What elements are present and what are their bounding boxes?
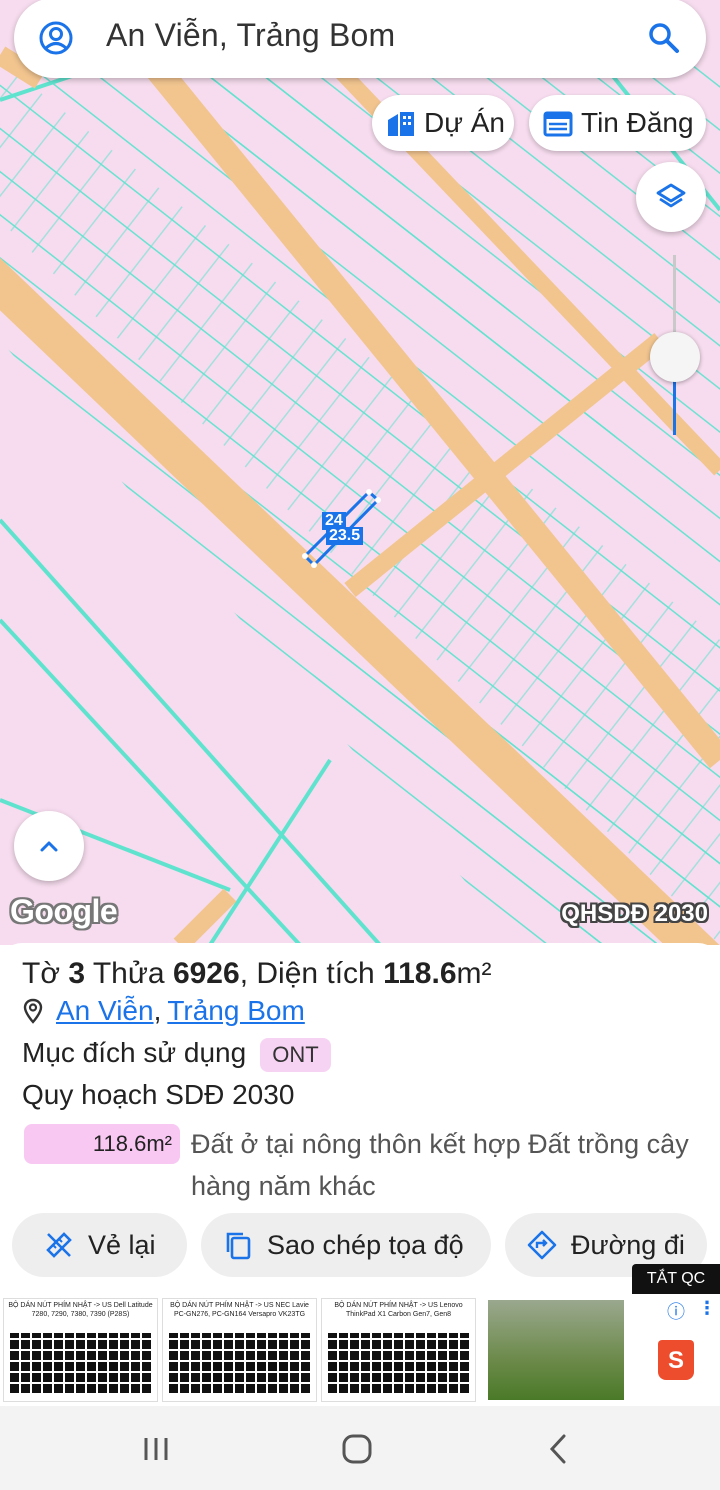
district-link[interactable]: Trảng Bom [167,995,304,1027]
directions-label: Đường đi [571,1229,685,1260]
ad-product-photo[interactable] [488,1300,624,1400]
land-purpose-label: Mục đích sử dụng [22,1037,247,1068]
keyboard-image [328,1333,469,1393]
ad-more-icon[interactable]: ⋮ [698,1298,716,1319]
ad-item[interactable]: BỘ DÁN NÚT PHÍM NHẬT -> US NEC Lavie PC-… [162,1298,317,1402]
ad-info-icon[interactable]: ⓘ [667,1298,685,1324]
redraw-label: Vẻ lại [88,1229,156,1260]
ad-item-caption: BỘ DÁN NÚT PHÍM NHẬT -> US Dell Latitude… [8,1302,153,1318]
parcel-info-panel: Tờ 3 Thửa 6926, Diện tích 118.6m² An Viễ… [0,943,720,1283]
system-nav-bar [0,1406,720,1490]
parcel-number: 6926 [172,957,240,990]
copy-icon [226,1232,251,1260]
keyboard-image [10,1333,151,1393]
ruler-pencil-icon [46,1232,72,1258]
layers-button[interactable] [636,162,706,232]
plan-label: Quy hoạch SDĐ 2030 [22,1079,295,1110]
account-icon[interactable] [38,20,74,56]
ad-banner[interactable]: BỘ DÁN NÚT PHÍM NHẬT -> US Dell Latitude… [0,1294,720,1406]
area-prefix: , Diện tích [239,957,384,990]
copy-coordinates-label: Sao chép tọa độ [267,1229,464,1260]
redraw-button[interactable]: Vẻ lại [12,1213,187,1277]
close-ad-button[interactable]: TẮT QC [632,1264,720,1294]
home-icon[interactable] [338,1434,378,1464]
recent-apps-icon[interactable] [138,1434,178,1464]
copy-coordinates-button[interactable]: Sao chép tọa độ [201,1213,491,1277]
land-purpose-row: Mục đích sử dụng ONT [22,1037,331,1072]
parcel-dimension-label: 23.5 [326,527,364,545]
plan-land-description: Đất ở tại nông thôn kết hợp Đất trồng câ… [191,1129,689,1201]
parcel-prefix: Thửa [85,957,173,990]
search-query[interactable]: An Viễn, Trảng Bom [106,17,395,54]
plan-area-bar: 118.6m² [24,1124,180,1164]
listing-chip[interactable]: Tin Đăng [529,95,706,151]
ad-item-caption: BỘ DÁN NÚT PHÍM NHẬT -> US NEC Lavie PC-… [170,1302,309,1318]
sheet-prefix: Tờ [22,957,69,990]
parcel-location: An Viễn, Trảng Bom [22,995,305,1027]
location-pin-icon [23,998,43,1024]
area-value: 118.6 [383,957,457,990]
chevron-up-icon [40,841,58,852]
search-icon[interactable] [646,20,682,56]
search-bar[interactable]: An Viễn, Trảng Bom [14,0,706,78]
commune-link[interactable]: An Viễn [56,995,154,1027]
project-chip[interactable]: Dự Án [372,95,514,151]
expand-panel-button[interactable] [14,811,84,881]
area-unit: m² [456,957,492,990]
opacity-slider-thumb[interactable] [650,332,700,382]
directions-icon [527,1230,557,1260]
back-icon[interactable] [540,1434,580,1464]
listing-chip-label: Tin Đăng [581,107,694,138]
shop-bag-icon[interactable]: S [658,1340,694,1380]
project-chip-label: Dự Án [424,107,505,138]
location-separator: , [153,995,162,1026]
google-logo: Google [10,893,118,929]
keyboard-image [169,1333,310,1393]
land-purpose-badge: ONT [260,1037,331,1072]
building-icon [388,112,414,136]
ad-item[interactable]: BỘ DÁN NÚT PHÍM NHẬT -> US Lenovo ThinkP… [321,1298,476,1402]
map-view[interactable]: 24 23.5 An Viễn, Trảng Bom Dự Án Tin Đăn… [0,0,720,945]
map-layer-label: QHSDĐ 2030 [561,900,708,927]
layers-icon [656,183,686,208]
parcel-title: Tờ 3 Thửa 6926, Diện tích 118.6m² [22,957,492,991]
calendar-icon [543,111,573,137]
sheet-number: 3 [68,957,86,990]
ad-item[interactable]: BỘ DÁN NÚT PHÍM NHẬT -> US Dell Latitude… [3,1298,158,1402]
ad-item-caption: BỘ DÁN NÚT PHÍM NHẬT -> US Lenovo ThinkP… [334,1302,463,1318]
